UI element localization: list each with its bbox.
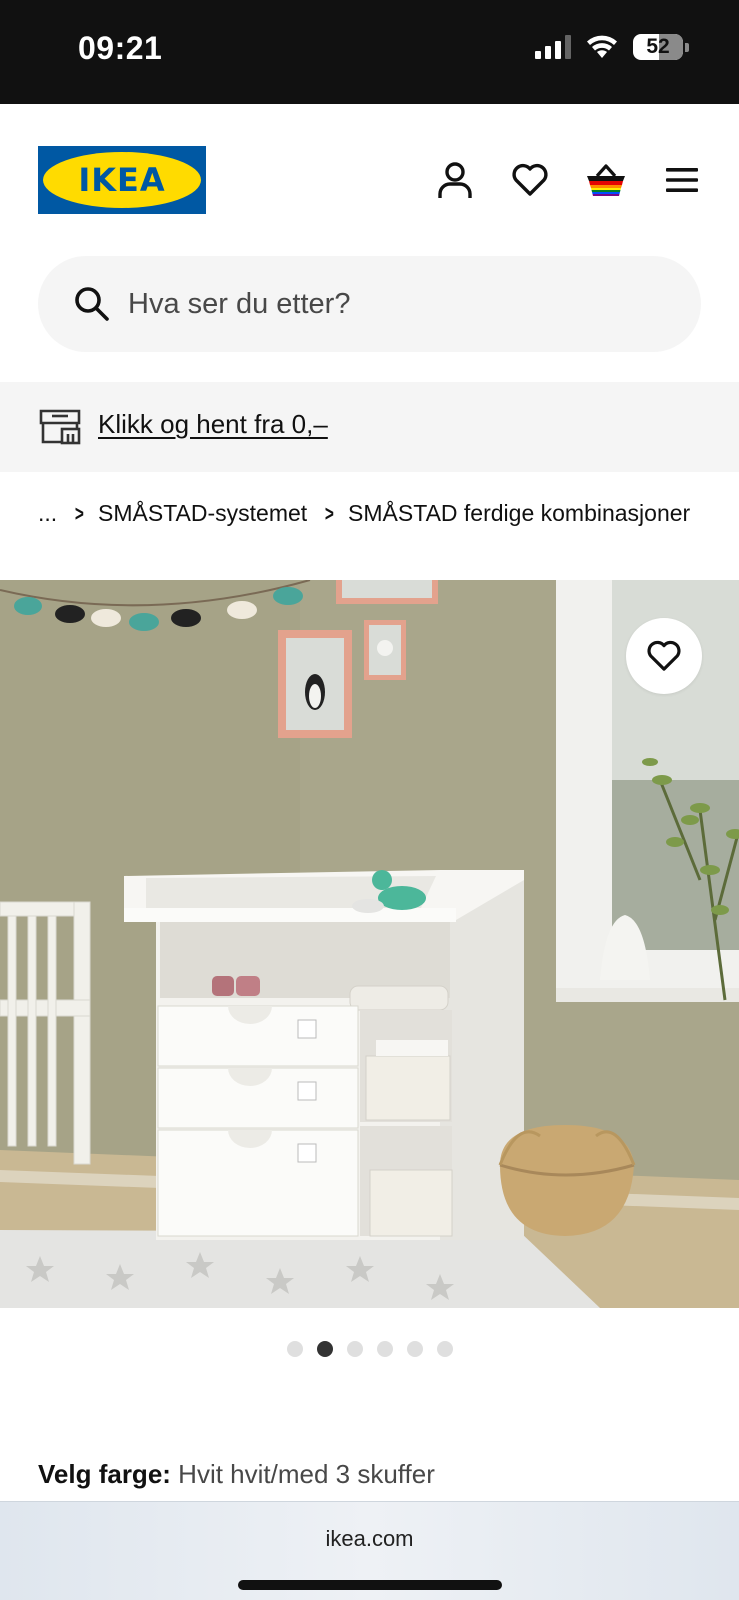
pager-dot[interactable]: [406, 1341, 423, 1357]
chevron-right-icon: >: [325, 500, 335, 526]
breadcrumb-ellipsis[interactable]: ...: [38, 500, 57, 527]
chevron-right-icon: >: [75, 500, 85, 526]
click-collect-link[interactable]: Klikk og hent fra 0,–: [98, 409, 328, 440]
color-label: Velg farge:: [38, 1459, 171, 1489]
menu-icon[interactable]: [658, 156, 706, 204]
logo-text: IKEA: [78, 161, 166, 199]
status-bar: 09:21 52: [0, 0, 739, 104]
search-icon: [75, 287, 109, 321]
color-value: Hvit hvit/med 3 skuffer: [178, 1459, 435, 1489]
pager-dot[interactable]: [286, 1341, 303, 1357]
status-icons: 52: [535, 34, 689, 60]
cellular-signal-icon: [535, 35, 571, 59]
add-to-favorites-button[interactable]: [626, 618, 702, 694]
battery-icon: 52: [633, 34, 683, 60]
store-pickup-icon: [39, 409, 81, 445]
status-time: 09:21: [78, 30, 163, 66]
pager-dot[interactable]: [376, 1341, 393, 1357]
home-indicator: [238, 1580, 502, 1590]
breadcrumb-item-smastad-system[interactable]: SMÅSTAD-systemet: [98, 500, 307, 527]
profile-icon[interactable]: [431, 156, 479, 204]
image-pager: [0, 1341, 739, 1357]
wifi-icon: [587, 35, 617, 58]
site-header: IKEA: [0, 104, 739, 244]
breadcrumb: ... > SMÅSTAD-systemet > SMÅSTAD ferdige…: [38, 500, 690, 527]
heart-icon[interactable]: [506, 156, 554, 204]
click-collect-banner: Klikk og hent fra 0,–: [0, 382, 739, 472]
breadcrumb-item-smastad-combinations[interactable]: SMÅSTAD ferdige kombinasjoner: [348, 500, 690, 527]
url-text[interactable]: ikea.com: [0, 1526, 739, 1552]
pager-dot-active[interactable]: [316, 1341, 333, 1357]
color-selector[interactable]: Velg farge: Hvit hvit/med 3 skuffer: [38, 1459, 435, 1490]
search-input[interactable]: [128, 256, 668, 352]
logo-oval: IKEA: [43, 152, 201, 208]
pager-dot[interactable]: [436, 1341, 453, 1357]
search-bar[interactable]: [38, 256, 701, 352]
product-photo: [0, 580, 739, 1308]
basket-icon[interactable]: [582, 156, 630, 204]
browser-address-bar[interactable]: ikea.com: [0, 1501, 739, 1600]
heart-icon: [647, 640, 681, 671]
pager-dot[interactable]: [346, 1341, 363, 1357]
ikea-logo[interactable]: IKEA: [38, 146, 206, 214]
battery-tip: [685, 42, 689, 52]
product-image[interactable]: [0, 580, 739, 1308]
battery-level: 52: [646, 35, 670, 58]
